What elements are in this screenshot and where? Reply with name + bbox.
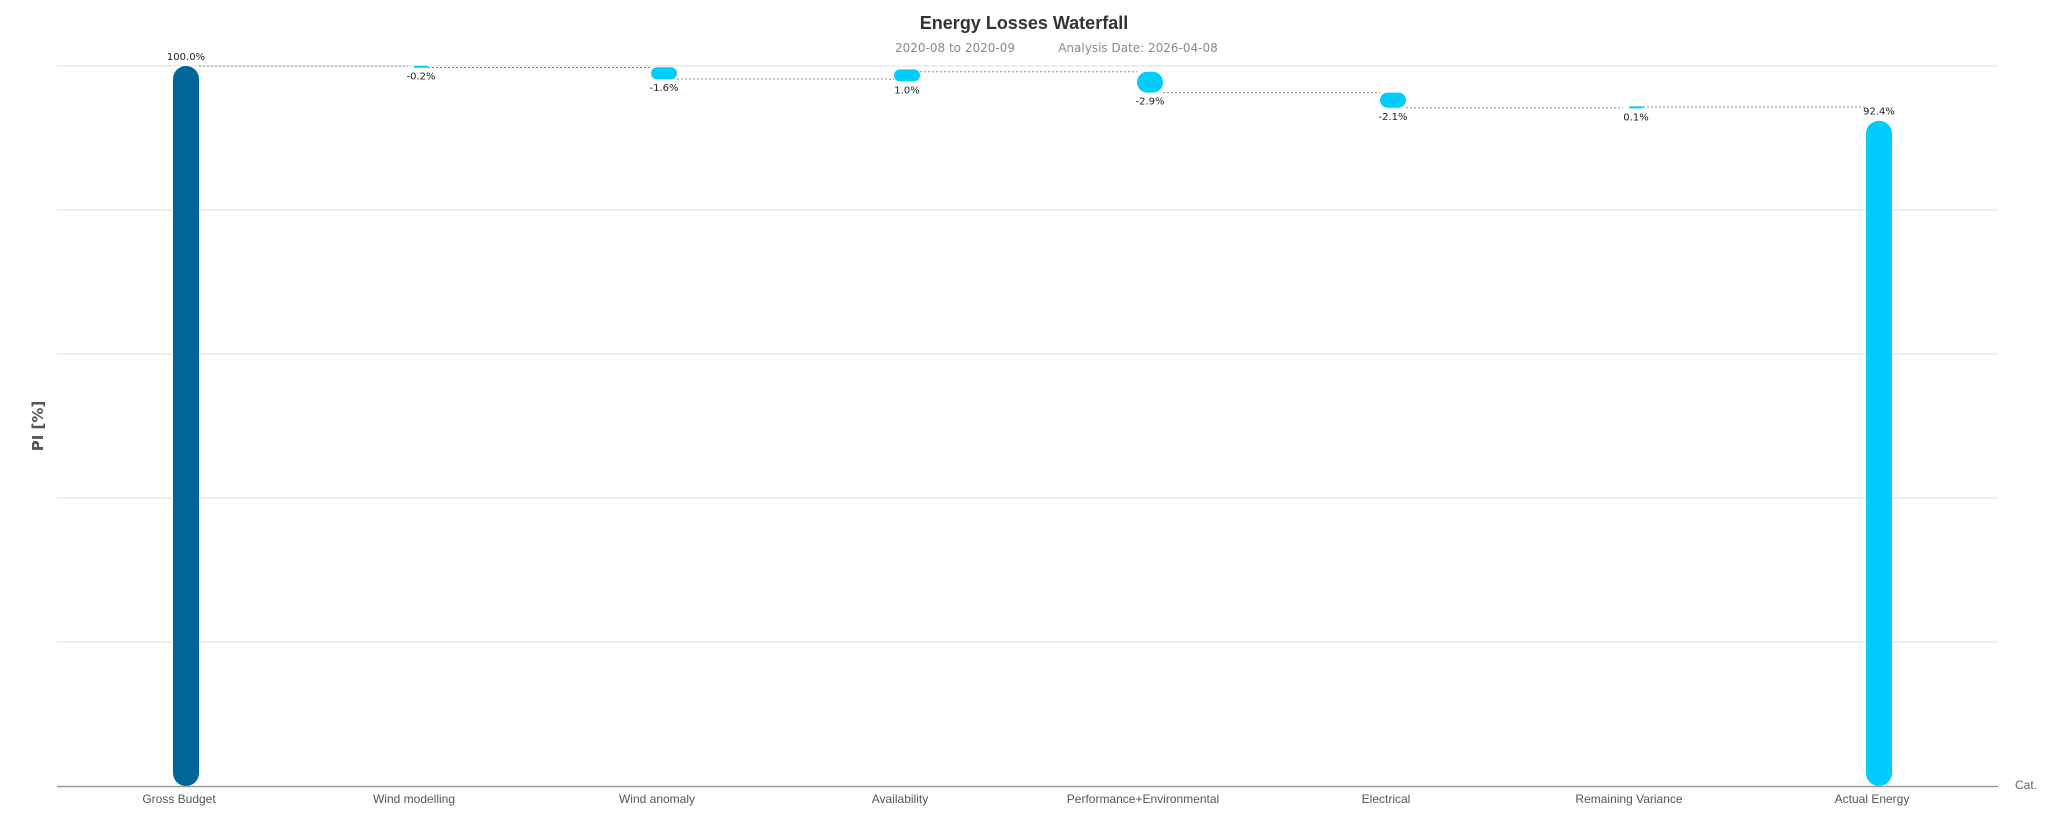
x-axis-unit-label: Cat. [2015, 778, 2037, 792]
data-labels: 100.0% -0.2% -1.6% 1.0% -2.9% -2.1% 0.1% 92.4% [167, 52, 1895, 123]
data-label: -1.6% [649, 83, 678, 94]
category-labels: Gross Budget Wind modelling Wind anomaly Av… [142, 792, 1909, 806]
data-label: 1.0% [894, 85, 919, 96]
data-label: -0.2% [406, 72, 435, 83]
bar-actual-energy [1866, 120, 1892, 787]
data-label: 92.4% [1863, 107, 1895, 118]
gridlines [57, 65, 1998, 643]
data-label: 0.1% [1623, 112, 1648, 123]
chart-subtitle-period: 2020-08 to 2020-09 [895, 41, 1015, 55]
category-label: Gross Budget [142, 792, 216, 806]
category-label: Actual Energy [1835, 792, 1910, 806]
category-label: Availability [872, 792, 928, 806]
chart-title: Energy Losses Waterfall [920, 13, 1128, 33]
chart-subtitle-date: Analysis Date: 2026-04-08 [1058, 41, 1218, 55]
bar-remaining-variance [1629, 106, 1643, 109]
category-label: Performance+Environmental [1067, 792, 1219, 806]
bar-gross-budget [173, 66, 199, 786]
data-label: 100.0% [167, 52, 205, 63]
bar-performance-environmental [1137, 71, 1163, 93]
bar-availability [894, 69, 920, 82]
category-label: Remaining Variance [1575, 792, 1682, 806]
bar-wind-modelling [414, 65, 428, 68]
data-label: -2.1% [1378, 112, 1407, 123]
category-label: Wind modelling [373, 792, 455, 806]
bar-wind-anomaly [651, 67, 677, 80]
connector-lines [199, 65, 1866, 109]
bar-electrical [1380, 92, 1406, 108]
category-label: Electrical [1362, 792, 1411, 806]
category-label: Wind anomaly [619, 792, 695, 806]
data-label: -2.9% [1135, 97, 1164, 108]
waterfall-chart: Energy Losses Waterfall 2020-08 to 2020-… [29, 13, 2037, 806]
y-axis-label: PI [%] [29, 401, 47, 452]
bars [173, 65, 1892, 787]
